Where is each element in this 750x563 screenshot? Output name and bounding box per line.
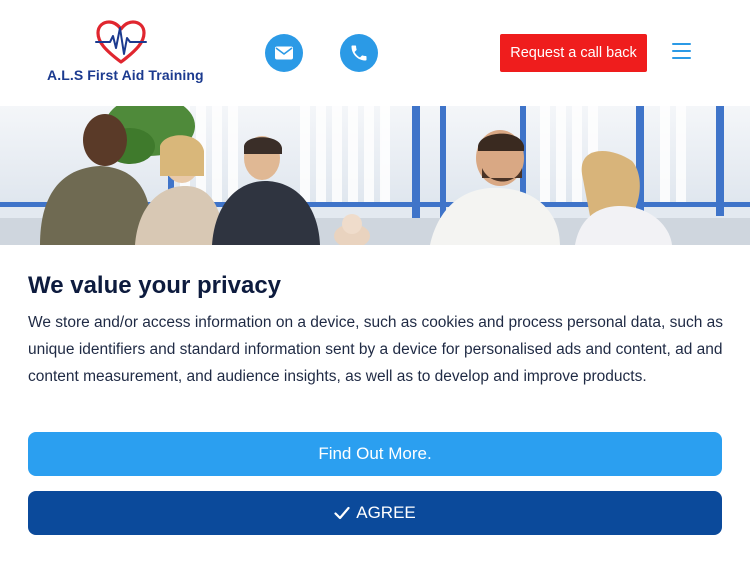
site-header: A.L.S First Aid Training Request a call … <box>0 0 750 106</box>
privacy-consent-dialog: We value your privacy We store and/or ac… <box>0 245 750 563</box>
find-out-more-label: Find Out More. <box>318 444 432 463</box>
find-out-more-button[interactable]: Find Out More. <box>28 432 722 476</box>
site-logo[interactable]: A.L.S First Aid Training <box>44 20 204 90</box>
training-class-photo <box>0 106 750 245</box>
phone-icon <box>351 45 367 61</box>
request-callback-button[interactable]: Request a call back <box>500 34 647 72</box>
agree-label: AGREE <box>356 503 416 522</box>
email-button[interactable] <box>265 34 303 72</box>
brand-name: A.L.S First Aid Training <box>47 67 204 83</box>
mail-icon <box>275 46 293 60</box>
agree-button[interactable]: AGREE <box>28 491 722 535</box>
hero-training-photo <box>0 106 750 245</box>
heart-pulse-logo-icon <box>95 20 147 64</box>
hamburger-menu-icon[interactable] <box>672 42 692 60</box>
consent-title: We value your privacy <box>28 272 282 299</box>
phone-button[interactable] <box>340 34 378 72</box>
checkmark-icon <box>334 506 350 520</box>
consent-description: We store and/or access information on a … <box>28 314 724 385</box>
